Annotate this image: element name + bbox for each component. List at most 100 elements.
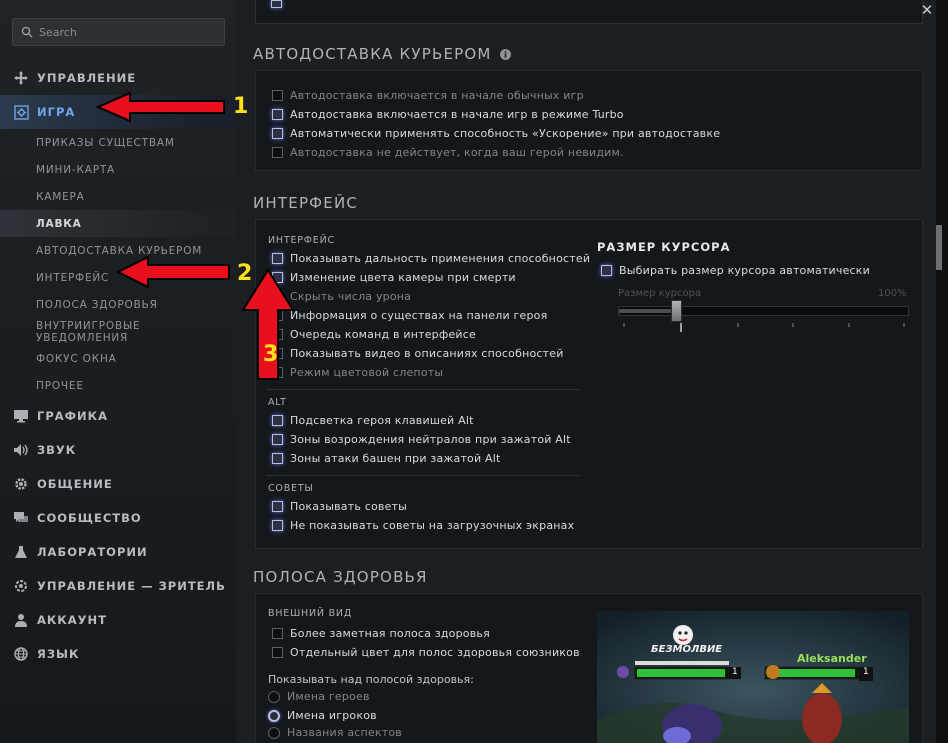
slider-tick xyxy=(903,323,905,327)
alt-option-neutral-spawns[interactable]: Зоны возрождения нейтралов при зажатой A… xyxy=(272,433,571,446)
previous-panel-edge xyxy=(255,0,923,24)
option-label: Отдельный цвет для полос здоровья союзни… xyxy=(290,646,580,659)
nav-sub-label: КАМЕРА xyxy=(36,190,85,203)
slider-tick xyxy=(848,323,850,327)
preview-player2: Aleksander xyxy=(797,652,867,665)
checkbox[interactable] xyxy=(272,647,283,658)
interface-option-order-queue[interactable]: Очередь команд в интерфейсе xyxy=(272,328,476,341)
nav-game-label: ИГРА xyxy=(37,105,76,119)
radio[interactable] xyxy=(268,690,280,703)
nav-sub-unit-orders[interactable]: ПРИКАЗЫ СУЩЕСТВАМ xyxy=(0,129,236,156)
section-title-courier-text: АВТОДОСТАВКА КУРЬЕРОМ xyxy=(253,45,492,63)
nav-social[interactable]: ОБЩЕНИЕ xyxy=(0,467,236,501)
checkbox[interactable] xyxy=(272,253,283,264)
globe-icon xyxy=(12,646,30,662)
interface-option-cast-range[interactable]: Показывать дальность применения способно… xyxy=(272,252,590,265)
checkbox[interactable] xyxy=(272,520,283,531)
option-label: Информация о существах на панели героя xyxy=(290,309,548,322)
checkbox[interactable] xyxy=(272,501,283,512)
courier-option-normal[interactable]: Автодоставка включается в начале обычных… xyxy=(272,89,584,102)
nav-sub-label: ПРОЧЕЕ xyxy=(36,379,84,392)
nav-sound[interactable]: ЗВУК xyxy=(0,433,236,467)
radio-facet-names[interactable]: Названия аспектов xyxy=(268,726,402,739)
courier-option-speed-burst[interactable]: Автоматически применять способность «Уск… xyxy=(272,127,720,140)
game-gear-icon xyxy=(12,104,30,120)
speaker-icon xyxy=(12,442,30,458)
courier-option-turbo[interactable]: Автодоставка включается в начале игр в р… xyxy=(272,108,624,121)
close-icon[interactable]: ✕ xyxy=(913,0,941,20)
nav-community[interactable]: СООБЩЕСТВО xyxy=(0,501,236,535)
radio[interactable] xyxy=(268,726,280,739)
checkbox[interactable] xyxy=(272,453,283,464)
interface-option-death-camera[interactable]: Изменение цвета камеры при смерти xyxy=(272,271,516,284)
flask-icon xyxy=(12,544,30,560)
checkbox[interactable] xyxy=(272,415,283,426)
search-input[interactable]: Search xyxy=(12,18,225,46)
nav-graphics[interactable]: ГРАФИКА xyxy=(0,399,236,433)
cursor-size-slider[interactable] xyxy=(618,306,909,316)
monitor-icon xyxy=(12,408,30,424)
interface-option-unit-info[interactable]: Информация о существах на панели героя xyxy=(272,309,547,322)
nav-sub-minimap[interactable]: МИНИ-КАРТА xyxy=(0,156,236,183)
healthbar-option-ally-color[interactable]: Отдельный цвет для полос здоровья союзни… xyxy=(272,646,580,659)
nav-sub-healthbar[interactable]: ПОЛОСА ЗДОРОВЬЯ xyxy=(0,291,236,318)
healthbar-preview-image: БЕЗМОЛВИЕ Aleksander 1 1 xyxy=(597,611,909,743)
section-title-interface: ИНТЕРФЕЙС xyxy=(253,194,359,212)
nav-sound-label: ЗВУК xyxy=(37,443,77,457)
slider-tick xyxy=(792,323,794,327)
nav-account[interactable]: АККАУНТ xyxy=(0,603,236,637)
nav-labs[interactable]: ЛАБОРАТОРИИ xyxy=(0,535,236,569)
group-title-alt: ALT xyxy=(268,397,287,408)
scrollbar-thumb[interactable] xyxy=(936,225,942,270)
option-label: Показывать советы xyxy=(290,500,408,513)
slider-tick xyxy=(623,323,625,327)
nav-sub-shop[interactable]: ЛАВКА xyxy=(0,210,236,237)
nav-sub-camera[interactable]: КАМЕРА xyxy=(0,183,236,210)
slider-tick xyxy=(737,323,739,327)
checkbox[interactable] xyxy=(272,128,283,139)
healthbar-option-visible[interactable]: Более заметная полоса здоровья xyxy=(272,627,490,640)
annotation-arrow-1 xyxy=(96,91,225,123)
preview-level2: 1 xyxy=(863,667,869,677)
courier-option-invisible[interactable]: Автодоставка не действует, когда ваш гер… xyxy=(272,146,624,159)
slider-tick xyxy=(680,323,682,332)
checkbox[interactable] xyxy=(601,265,612,276)
chat-icon xyxy=(12,510,30,526)
group-title-look: ВНЕШНИЙ ВИД xyxy=(268,608,353,619)
interface-option-ability-videos[interactable]: Показывать видео в описаниях способносте… xyxy=(272,347,564,360)
checkbox[interactable] xyxy=(272,628,283,639)
nav-language[interactable]: ЯЗЫК xyxy=(0,637,236,671)
radio[interactable] xyxy=(268,709,280,722)
tips-option-loading-screens[interactable]: Не показывать советы на загрузочных экра… xyxy=(272,519,574,532)
checkbox[interactable] xyxy=(272,109,283,120)
checkbox[interactable] xyxy=(272,147,283,158)
radio-player-names[interactable]: Имена игроков xyxy=(268,709,377,722)
user-icon xyxy=(12,612,30,628)
option-label: Показывать дальность применения способно… xyxy=(290,252,591,265)
checkbox[interactable] xyxy=(272,90,283,101)
alt-option-highlight-hero[interactable]: Подсветка героя клавишей Alt xyxy=(272,414,474,427)
nav-spectator[interactable]: УПРАВЛЕНИЕ — ЗРИТЕЛЬ xyxy=(0,569,236,603)
checkbox[interactable] xyxy=(272,434,283,445)
interface-option-colorblind[interactable]: Режим цветовой слепоты xyxy=(272,366,443,379)
nav-sub-other[interactable]: ПРОЧЕЕ xyxy=(0,372,236,399)
alt-option-tower-range[interactable]: Зоны атаки башен при зажатой Alt xyxy=(272,452,501,465)
cursor-auto-option[interactable]: Выбирать размер курсора автоматически xyxy=(601,264,870,277)
option-label: Зоны возрождения нейтралов при зажатой A… xyxy=(290,433,571,446)
radio-label: Названия аспектов xyxy=(287,726,402,739)
group-title-tips: СОВЕТЫ xyxy=(268,483,314,494)
section-title-healthbar: ПОЛОСА ЗДОРОВЬЯ xyxy=(253,568,428,586)
section-title-courier: АВТОДОСТАВКА КУРЬЕРОМ xyxy=(253,45,511,63)
checkbox[interactable] xyxy=(271,0,282,8)
divider xyxy=(266,475,579,476)
info-icon[interactable] xyxy=(499,48,511,60)
content-scrollbar[interactable] xyxy=(936,0,948,743)
radio-hero-names[interactable]: Имена героев xyxy=(268,690,370,703)
option-label: Изменение цвета камеры при смерти xyxy=(290,271,516,284)
tips-option-show[interactable]: Показывать советы xyxy=(272,500,407,513)
slider-thumb[interactable] xyxy=(671,300,683,322)
option-label: Автоматически применять способность «Уск… xyxy=(290,127,721,140)
preview-player1: БЕЗМОЛВИЕ xyxy=(651,644,723,655)
nav-sub-notifications[interactable]: ВНУТРИИГРОВЫЕ УВЕДОМЛЕНИЯ xyxy=(0,318,236,345)
nav-sub-window-focus[interactable]: ФОКУС ОКНА xyxy=(0,345,236,372)
